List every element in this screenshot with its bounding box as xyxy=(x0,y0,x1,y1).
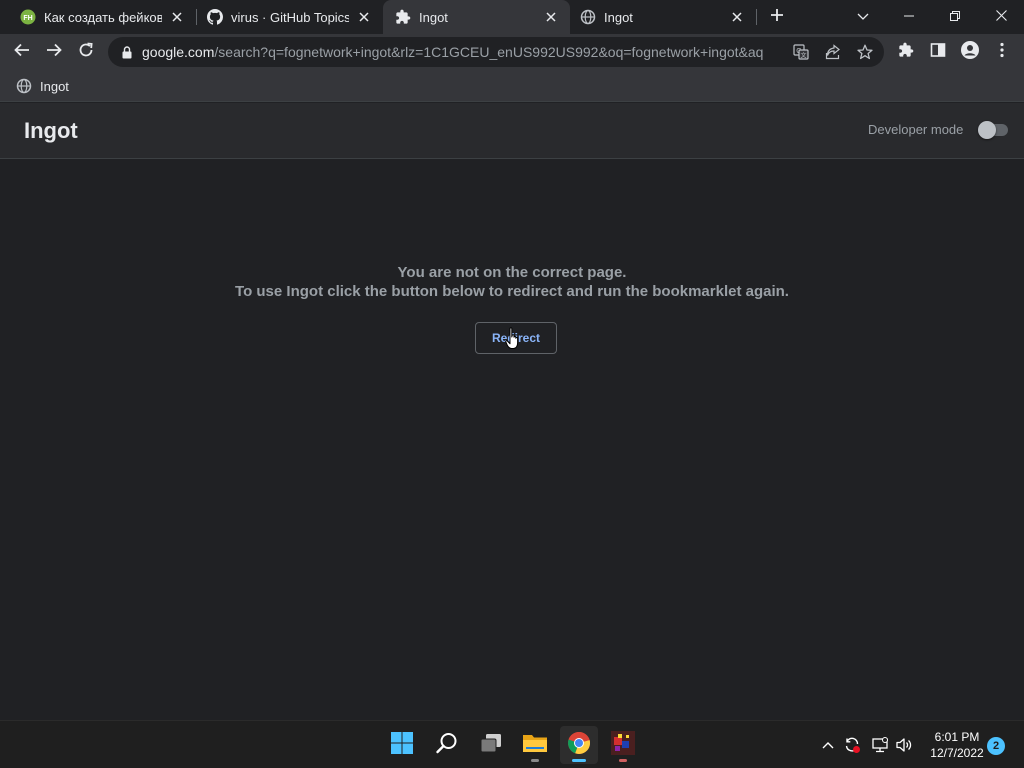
puzzle-icon xyxy=(898,42,914,63)
minimize-button[interactable] xyxy=(886,0,932,34)
bookmark-label: Ingot xyxy=(40,78,69,94)
address-bar[interactable]: google.com/search?q=fognetwork+ingot&rlz… xyxy=(108,37,884,67)
minimize-icon xyxy=(904,8,914,26)
clock-date: 12/7/2022 xyxy=(930,746,984,760)
back-button[interactable] xyxy=(8,38,36,66)
task-view-button[interactable] xyxy=(472,726,510,764)
developer-mode-toggle[interactable] xyxy=(978,121,1010,139)
globe-icon xyxy=(580,9,596,25)
profile-button[interactable] xyxy=(956,38,984,66)
close-icon xyxy=(995,8,1007,26)
plus-icon xyxy=(770,8,784,27)
redirect-instructions: To use Ingot click the button below to r… xyxy=(235,283,789,300)
restore-icon xyxy=(950,8,960,26)
tab-fake-site[interactable]: FH Как создать фейковое xyxy=(0,0,196,34)
hand-cursor-icon xyxy=(505,327,521,351)
wrong-page-message: You are not on the correct page. xyxy=(397,264,627,281)
file-explorer-icon xyxy=(522,732,548,759)
forward-button[interactable] xyxy=(40,38,68,66)
arrow-left-icon xyxy=(14,42,30,63)
share-icon[interactable] xyxy=(824,43,842,61)
tab-ingot-active[interactable]: Ingot xyxy=(383,0,570,34)
avatar-icon xyxy=(961,40,979,64)
running-indicator xyxy=(572,759,586,762)
search-icon xyxy=(435,731,459,760)
url-host: google.com xyxy=(142,44,215,60)
start-button[interactable] xyxy=(383,726,421,764)
close-icon[interactable] xyxy=(542,8,560,26)
chevron-down-icon xyxy=(857,8,869,26)
menu-button[interactable] xyxy=(988,38,1016,66)
arrow-right-icon xyxy=(46,42,62,63)
new-tab-button[interactable] xyxy=(765,5,789,29)
github-icon xyxy=(207,9,223,25)
close-icon[interactable] xyxy=(168,8,186,26)
task-view-icon xyxy=(479,731,503,760)
tab-github-topics[interactable]: virus · GitHub Topics · G xyxy=(197,0,383,34)
tab-title: Как создать фейковое xyxy=(44,9,162,25)
chrome-taskbar-button[interactable] xyxy=(560,726,598,764)
translate-icon[interactable]: G文 xyxy=(792,43,810,61)
taskbar-search-button[interactable] xyxy=(428,726,466,764)
page-header: Ingot Developer mode xyxy=(0,103,1024,159)
system-clock[interactable]: 6:01 PM 12/7/2022 xyxy=(922,729,992,761)
reload-button[interactable] xyxy=(72,38,100,66)
tab-strip: FH Как создать фейковое virus · GitHub T… xyxy=(0,0,1024,34)
bookmarks-bar: Ingot xyxy=(0,70,1024,102)
side-panel-icon xyxy=(930,42,946,63)
clock-time: 6:01 PM xyxy=(934,730,980,744)
reload-icon xyxy=(78,42,94,63)
svg-text:文: 文 xyxy=(800,52,806,60)
sync-status-icon[interactable] xyxy=(842,735,862,755)
taskbar: 6:01 PM 12/7/2022 2 xyxy=(0,720,1024,768)
developer-mode-label: Developer mode xyxy=(868,122,964,137)
file-explorer-button[interactable] xyxy=(516,726,554,764)
bookmark-ingot[interactable]: Ingot xyxy=(10,74,75,98)
tab-title: Ingot xyxy=(419,9,448,25)
kebab-menu-icon xyxy=(1000,42,1004,63)
tab-separator xyxy=(756,9,757,25)
svg-text:FH: FH xyxy=(23,15,32,22)
volume-icon[interactable] xyxy=(894,735,914,755)
toggle-knob xyxy=(978,121,996,139)
puzzle-icon xyxy=(395,9,411,25)
page-title: Ingot xyxy=(24,118,78,143)
url-path: /search?q=fognetwork+ingot&rlz=1C1GCEU_e… xyxy=(214,44,764,60)
globe-icon xyxy=(16,78,32,94)
tab-title: Ingot xyxy=(604,9,633,25)
tab-title: virus · GitHub Topics · G xyxy=(231,9,349,25)
close-icon[interactable] xyxy=(355,8,373,26)
url-text[interactable]: google.com/search?q=fognetwork+ingot&rlz… xyxy=(142,44,782,60)
tab-ingot[interactable]: Ingot xyxy=(570,0,756,34)
browser-toolbar: google.com/search?q=fognetwork+ingot&rlz… xyxy=(0,34,1024,70)
app-taskbar-button[interactable] xyxy=(604,726,642,764)
app-icon xyxy=(611,730,635,760)
show-hidden-icons-button[interactable] xyxy=(818,735,838,755)
running-indicator xyxy=(531,759,539,762)
green-site-icon: FH xyxy=(20,9,36,25)
close-icon[interactable] xyxy=(728,8,746,26)
page-content: Ingot Developer mode You are not on the … xyxy=(0,103,1024,720)
notification-badge[interactable]: 2 xyxy=(987,737,1005,755)
running-indicator xyxy=(619,759,627,762)
chevron-up-icon xyxy=(822,736,834,754)
extensions-button[interactable] xyxy=(892,38,920,66)
star-icon[interactable] xyxy=(856,43,874,61)
restore-button[interactable] xyxy=(932,0,978,34)
close-window-button[interactable] xyxy=(978,0,1024,34)
windows-start-icon xyxy=(390,731,414,760)
network-icon[interactable] xyxy=(870,735,890,755)
chrome-icon xyxy=(567,731,591,760)
side-panel-button[interactable] xyxy=(924,38,952,66)
lock-icon[interactable] xyxy=(120,45,134,59)
tab-search-button[interactable] xyxy=(840,0,886,34)
